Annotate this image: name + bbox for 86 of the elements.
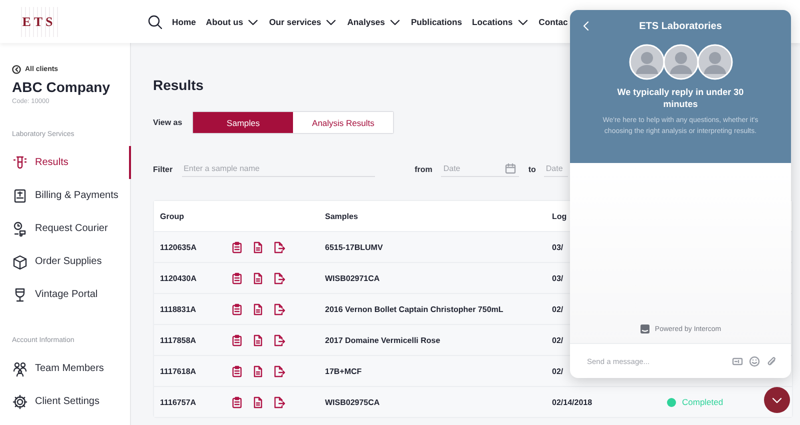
to-label: to	[528, 164, 536, 174]
column-header: Samples	[325, 212, 359, 220]
logo[interactable]: ETS	[18, 6, 60, 36]
nav-link[interactable]: Our services	[269, 16, 338, 26]
table-cell-text: WISB02971CA	[325, 274, 381, 282]
table-cell-text: 03/	[552, 242, 564, 252]
table-cell-text: 17B+MCF	[325, 366, 363, 376]
back-icon[interactable]	[582, 20, 590, 32]
paperclip-icon[interactable]	[766, 356, 777, 366]
team-icon	[12, 360, 28, 376]
document-icon[interactable]	[252, 272, 264, 284]
table-cell-text: 1117858A	[159, 336, 198, 344]
table-cell-text: 02/	[552, 366, 564, 376]
clipboard-icon[interactable]	[231, 302, 243, 316]
nav-link[interactable]: About us	[206, 16, 260, 26]
emoji-icon[interactable]	[749, 356, 760, 366]
sample-search-field[interactable]: Enter a sample name	[182, 161, 375, 177]
invoice-icon	[12, 188, 28, 204]
document-icon[interactable]	[252, 396, 264, 408]
nav-link[interactable]: Publications	[410, 16, 462, 26]
table-cell-text: 6515-17BLUMV	[325, 242, 384, 252]
sidebar-item[interactable]: Request Courier	[12, 212, 131, 245]
table-cell-text: 1117618A	[159, 366, 198, 376]
view-toggle[interactable]: Samples	[193, 112, 294, 133]
sidebar-item[interactable]: Vintage Portal	[12, 278, 131, 311]
clipboard-icon[interactable]	[231, 272, 243, 284]
filter-label: Filter	[153, 164, 173, 174]
date-field[interactable]: Date	[441, 160, 520, 176]
nav-link[interactable]: Contac	[538, 16, 568, 26]
file-export-icon[interactable]	[273, 364, 285, 378]
sidebar-item[interactable]: Client Settings	[12, 385, 131, 418]
nav-link[interactable]: Analyses	[347, 16, 401, 26]
file-export-icon[interactable]	[273, 302, 285, 316]
status-text: Completed	[682, 397, 724, 407]
calendar-icon	[505, 163, 516, 174]
table-cell-text: 02/14/2018	[552, 398, 594, 406]
file-export-icon[interactable]	[273, 240, 285, 254]
date-field[interactable]: Date	[544, 161, 568, 177]
gear-icon	[12, 394, 28, 410]
table-cell-text: 1120430A	[159, 274, 198, 282]
sidebar-item[interactable]: Order Supplies	[12, 245, 131, 278]
document-icon[interactable]	[252, 302, 264, 316]
column-header: Group	[159, 212, 185, 220]
table-cell-text: 1120635A	[159, 242, 198, 252]
sidebar-item[interactable]: Team Members	[12, 352, 131, 385]
box-icon	[12, 254, 28, 270]
page-title: Results	[153, 77, 204, 93]
chat-title: ETS Laboratories	[638, 20, 723, 32]
table-row[interactable]: 1116757A WISB02975CA 02/14/2018 Completed	[154, 386, 792, 417]
avatar-icon	[662, 44, 698, 80]
avatar-icon	[696, 44, 732, 80]
search-icon	[148, 14, 162, 28]
table-cell-text: WISB02975CA	[325, 398, 381, 406]
chevron-down-icon	[771, 395, 783, 405]
file-export-icon[interactable]	[273, 272, 285, 284]
table-cell-text: 1116757A	[159, 398, 198, 406]
from-label: from	[414, 164, 432, 174]
courier-icon	[12, 220, 28, 236]
reply-time-text: We typically reply in under 30 minutes	[616, 87, 745, 110]
clipboard-icon[interactable]	[231, 240, 243, 254]
document-icon[interactable]	[252, 334, 264, 346]
test-tube-icon	[12, 154, 28, 170]
document-icon[interactable]	[252, 240, 264, 254]
table-cell-text: 02/	[552, 336, 564, 344]
sidebar-item[interactable]: Billing & Payments	[12, 179, 131, 212]
clipboard-icon[interactable]	[231, 396, 243, 408]
table-cell-text: 1118831A	[159, 304, 198, 314]
clipboard-icon[interactable]	[231, 364, 243, 378]
table-cell-text: 03/	[552, 274, 564, 282]
clipboard-icon[interactable]	[231, 334, 243, 346]
nav-link[interactable]: Home	[172, 16, 196, 26]
file-export-icon[interactable]	[273, 396, 285, 408]
back-arrow-icon	[12, 65, 21, 74]
gif-icon[interactable]	[732, 356, 743, 366]
intercom-logo-icon	[640, 324, 650, 334]
avatar-icon	[628, 44, 664, 80]
table-cell-text: 2016 Vernon Bollet Captain Christopher 750mL	[325, 304, 504, 314]
column-header: Log	[552, 212, 568, 220]
table-cell-text: 2017 Domaine Vermicelli Rose	[325, 336, 442, 344]
document-icon[interactable]	[252, 364, 264, 378]
table-cell-text: 02/	[552, 304, 564, 314]
view-as-label: View as	[153, 118, 182, 127]
nav-link[interactable]: Locations	[472, 16, 529, 26]
sidebar-item[interactable]: Results	[12, 146, 131, 179]
file-export-icon[interactable]	[273, 334, 285, 346]
company-name: ABC Company	[12, 79, 112, 95]
